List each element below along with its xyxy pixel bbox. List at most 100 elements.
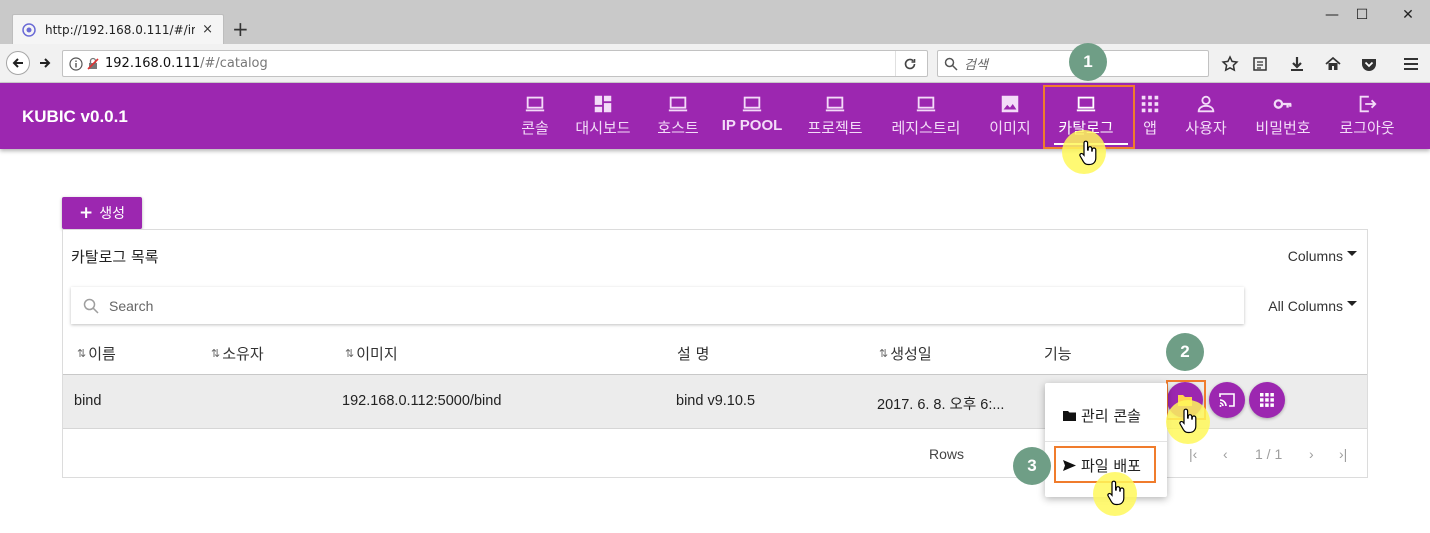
sort-icon: ⇅ [77,347,87,360]
home-icon[interactable] [1322,53,1344,75]
header-created[interactable]: ⇅ 생성일 [879,343,932,364]
cast-action-button[interactable] [1209,382,1245,418]
cell-created: 2017. 6. 8. 오후 6:... [877,397,1005,413]
folder-icon [1063,411,1076,421]
header-actions-label: 기능 [1044,345,1072,363]
url-host: 192.168.0.111 [105,56,201,71]
page-favicon-icon [22,22,36,37]
reading-list-icon[interactable] [1249,53,1271,75]
plus-icon: + [78,203,94,223]
url-bar[interactable]: 192.168.0.111/#/catalog [62,50,928,77]
nav-project-label: 프로젝트 [807,119,863,137]
app-brand: KUBIC v0.0.1 [22,107,128,126]
nav-project[interactable]: 프로젝트 [802,93,868,143]
header-name-label: 이름 [88,345,116,363]
browser-navbar: 192.168.0.111/#/catalog 검색 [0,44,1430,83]
apps-grid-icon [1141,95,1159,113]
nav-user[interactable]: 사용자 [1181,93,1231,143]
pocket-icon[interactable] [1358,53,1380,75]
header-owner-label: 소유자 [222,345,264,363]
logout-icon [1359,95,1377,113]
nav-dashboard[interactable]: 대시보드 [571,93,635,143]
nav-app-label: 앱 [1143,119,1157,137]
nav-logout[interactable]: 로그아웃 [1334,93,1400,143]
hand-cursor-icon [1179,408,1197,434]
callout-badge-2: 2 [1166,333,1204,371]
cell-description: bind v9.10.5 [676,393,756,409]
sort-icon: ⇅ [211,347,221,360]
header-owner[interactable]: ⇅ 소유자 [211,343,264,364]
download-icon[interactable] [1286,53,1308,75]
last-page-icon[interactable]: ›| [1339,446,1347,462]
laptop-icon [742,96,762,112]
search-input[interactable] [109,297,1109,314]
url-path: /#/catalog [200,56,268,71]
person-icon [1197,95,1215,113]
caret-down-icon [1347,300,1357,306]
caret-down-icon [1347,250,1357,256]
tab-title: http://192.168.0.111/#/imag [45,22,195,37]
header-description: 설 명 [677,343,709,364]
apps-grid-icon [1260,393,1274,407]
nav-console[interactable]: 콘솔 [518,93,552,143]
nav-logout-label: 로그아웃 [1339,119,1395,137]
nav-dashboard-label: 대시보드 [575,119,631,137]
new-tab-button[interactable]: + [232,17,249,41]
tab-close-icon[interactable]: × [202,22,213,37]
create-button[interactable]: + 생성 [62,197,142,229]
laptop-icon [825,96,845,112]
all-columns-label: All Columns [1268,298,1343,314]
browser-search-placeholder: 검색 [964,58,988,73]
nav-password[interactable]: 비밀번호 [1250,93,1316,143]
site-info[interactable] [69,56,105,71]
browser-tab[interactable]: http://192.168.0.111/#/imag × [12,14,224,44]
close-window-button[interactable]: ✕ [1393,4,1423,26]
maximize-button[interactable]: ☐ [1347,4,1377,26]
all-columns-dropdown[interactable]: All Columns [1268,298,1357,314]
key-icon [1273,99,1292,109]
arrow-left-icon [12,58,23,68]
header-image[interactable]: ⇅ 이미지 [345,343,398,364]
header-name[interactable]: ⇅ 이름 [77,343,116,364]
reload-icon [904,58,915,69]
callout-badge-3: 3 [1013,447,1051,485]
laptop-icon [525,96,545,112]
cast-icon [1219,393,1235,407]
first-page-icon[interactable]: |‹ [1189,446,1197,462]
prev-page-icon[interactable]: ‹ [1223,446,1228,462]
reload-button[interactable] [895,51,923,76]
create-button-label: 생성 [99,206,125,222]
back-button[interactable] [6,51,30,75]
arrow-right-icon [40,58,51,68]
info-icon [69,56,83,71]
image-icon [1001,95,1019,113]
page-info: 1 / 1 [1255,446,1283,462]
nav-host-label: 호스트 [657,119,699,137]
hand-cursor-icon [1079,140,1097,166]
header-actions: 기능 [1044,343,1072,364]
nav-registry[interactable]: 레지스트리 [886,93,966,143]
nav-app[interactable]: 앱 [1138,93,1162,143]
nav-ip-pool[interactable]: IP POOL [721,93,783,143]
dashboard-icon [594,95,612,113]
forward-button[interactable] [34,52,56,74]
nav-image[interactable]: 이미지 [985,93,1035,143]
apps-action-button[interactable] [1249,382,1285,418]
menu-item-admin-console[interactable]: 관리 콘솔 [1062,405,1141,426]
minimize-button[interactable]: — [1317,4,1347,26]
cell-name: bind [74,393,102,409]
search-icon [83,298,99,314]
nav-host[interactable]: 호스트 [654,93,702,143]
bookmark-star-icon[interactable] [1219,53,1241,75]
insecure-lock-icon [87,57,99,70]
nav-image-label: 이미지 [989,119,1031,137]
table-search[interactable] [71,287,1244,324]
nav-registry-label: 레지스트리 [891,119,961,137]
callout-badge-1: 1 [1069,43,1107,81]
panel-title: 카탈로그 목록 [71,248,159,266]
hamburger-menu-icon[interactable] [1400,53,1422,75]
columns-dropdown[interactable]: Columns [1288,248,1357,264]
rows-per-page-label: Rows [929,446,965,462]
menu-divider [1045,441,1167,442]
next-page-icon[interactable]: › [1309,446,1314,462]
